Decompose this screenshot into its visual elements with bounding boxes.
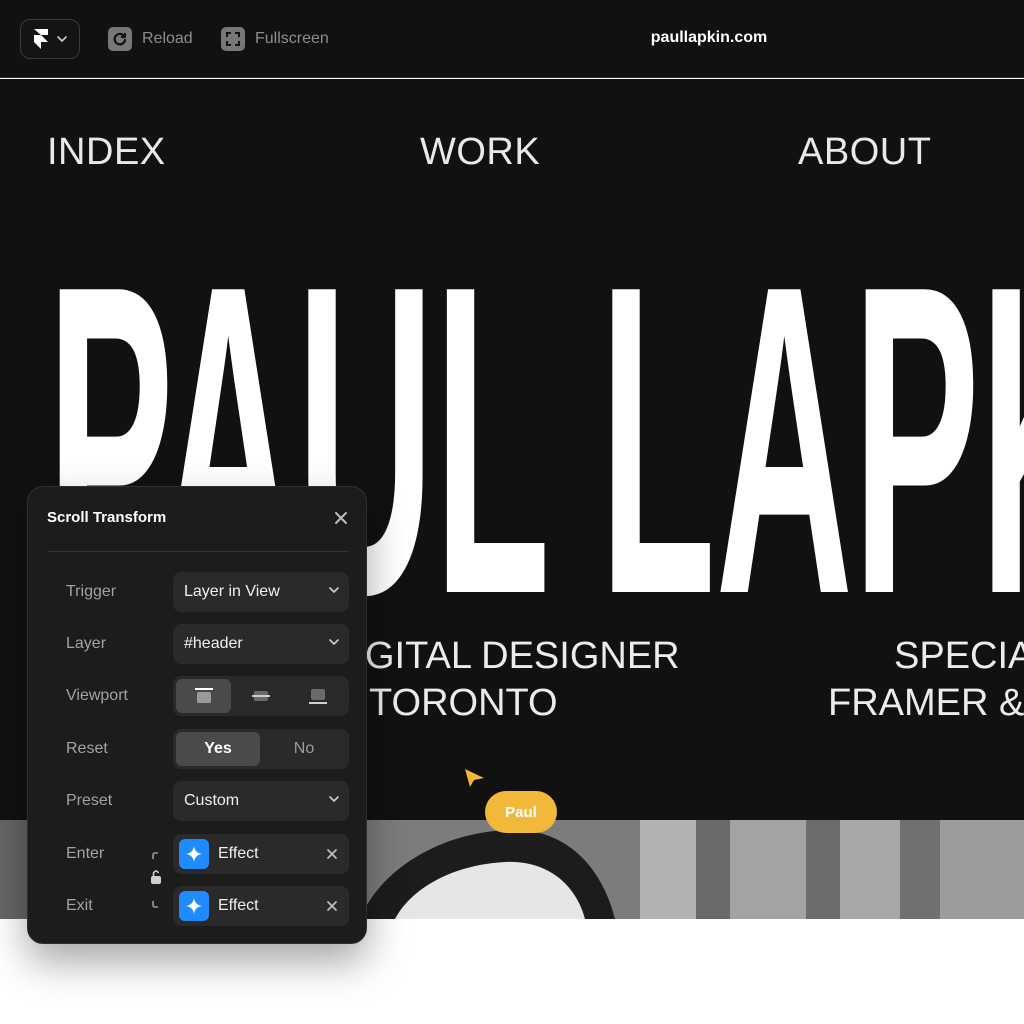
tagline-left-line-1: GITAL DESIGNER <box>365 635 680 677</box>
sparkle-icon <box>179 891 209 921</box>
viewport-label: Viewport <box>66 687 128 704</box>
enter-label: Enter <box>66 845 105 862</box>
enter-effect-value: Effect <box>218 845 259 862</box>
reload-label: Reload <box>142 30 193 47</box>
cursor-arrow-icon <box>465 769 484 787</box>
exit-effect-value: Effect <box>218 897 259 914</box>
viewport-top-option[interactable] <box>176 679 232 713</box>
reset-label: Reset <box>66 740 108 757</box>
trigger-value: Layer in View <box>184 583 280 600</box>
layer-label: Layer <box>66 635 107 652</box>
chevron-down-icon <box>57 36 67 42</box>
preset-value: Custom <box>184 792 240 809</box>
remove-icon[interactable] <box>325 899 339 913</box>
viewport-center-option[interactable] <box>233 679 288 713</box>
tagline-left-line-2: TORONTO <box>369 682 558 724</box>
viewport-bottom-option[interactable] <box>291 679 346 713</box>
layer-select[interactable]: #header <box>173 624 349 664</box>
scroll-transform-panel: Scroll Transform Trigger Layer in View L… <box>27 486 367 944</box>
trigger-select[interactable]: Layer in View <box>173 572 349 612</box>
panel-title: Scroll Transform <box>47 509 167 526</box>
exit-effect-field[interactable]: Effect <box>173 886 349 926</box>
viewport-bottom-icon <box>309 689 328 704</box>
reset-no-option[interactable]: No <box>262 732 346 766</box>
preview-toolbar: Reload Fullscreen paullapkin.com <box>0 0 1024 78</box>
chevron-down-icon <box>329 796 339 802</box>
tagline-right-line-2: FRAMER & <box>828 682 1024 724</box>
viewport-segmented-control <box>173 676 349 716</box>
chevron-down-icon <box>329 587 339 593</box>
chevron-down-icon <box>329 639 339 645</box>
collaborator-cursor-label: Paul <box>485 791 557 833</box>
sparkle-icon <box>179 839 209 869</box>
trigger-label: Trigger <box>66 583 117 600</box>
viewport-center-icon <box>251 691 270 701</box>
remove-icon[interactable] <box>325 847 339 861</box>
framer-menu-button[interactable] <box>20 19 80 59</box>
exit-label: Exit <box>66 897 93 914</box>
close-icon[interactable] <box>332 509 350 527</box>
tagline-left: GITAL DESIGNER TORONTO <box>330 633 680 727</box>
preset-label: Preset <box>66 792 113 809</box>
viewport-top-icon <box>194 688 213 703</box>
fullscreen-label: Fullscreen <box>255 30 329 47</box>
layer-value: #header <box>184 635 243 652</box>
reload-button[interactable]: Reload <box>108 27 193 51</box>
fullscreen-button[interactable]: Fullscreen <box>221 27 329 51</box>
reset-yes-option[interactable]: Yes <box>176 732 260 766</box>
reset-segmented-control: Yes No <box>173 729 349 769</box>
panel-divider <box>47 551 349 552</box>
enter-effect-field[interactable]: Effect <box>173 834 349 874</box>
fullscreen-icon <box>221 27 245 51</box>
preset-select[interactable]: Custom <box>173 781 349 821</box>
tagline-right: SPECIA FRAMER & <box>828 633 1024 727</box>
tagline-right-line-1: SPECIA <box>894 635 1024 677</box>
reload-icon <box>108 27 132 51</box>
site-url: paullapkin.com <box>650 29 768 46</box>
link-toggle-icon[interactable] <box>149 851 163 909</box>
framer-logo-icon <box>34 29 48 49</box>
